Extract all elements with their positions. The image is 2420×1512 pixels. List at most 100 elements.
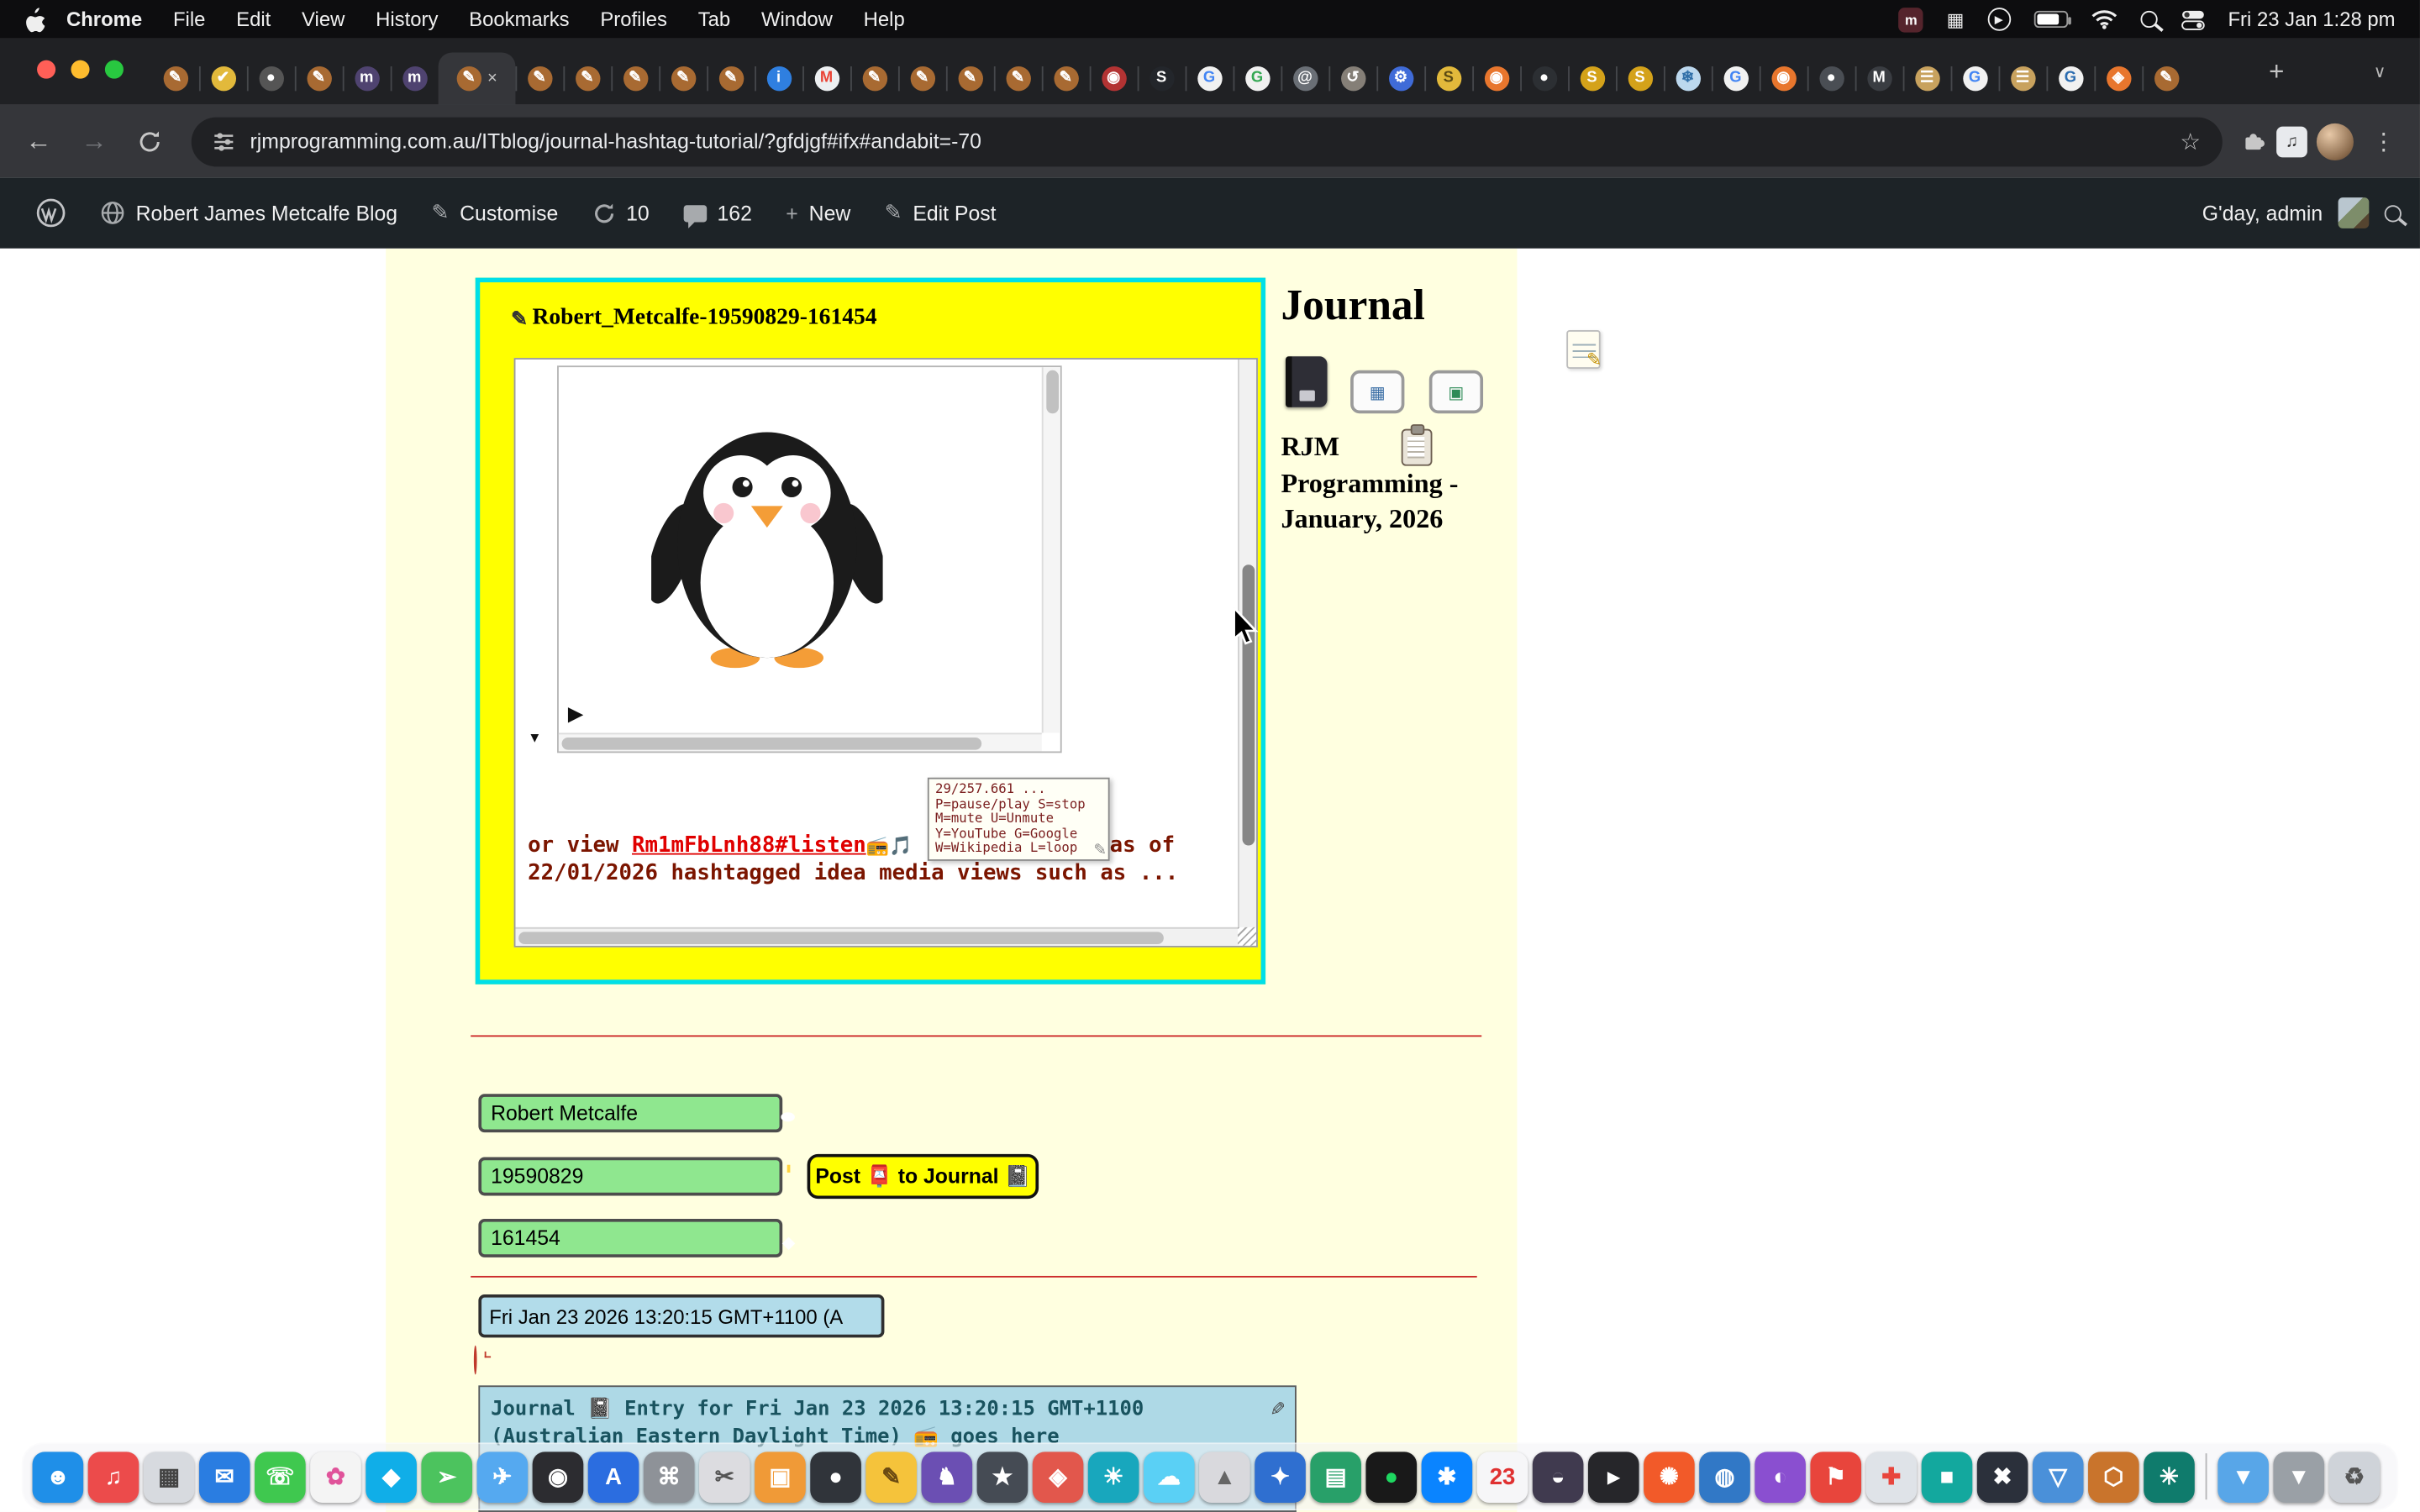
close-window-button[interactable]: [37, 60, 55, 79]
browser-tab[interactable]: ●: [1807, 52, 1855, 104]
browser-tab[interactable]: ❄: [1664, 52, 1712, 104]
dock-app-icon[interactable]: ♫: [88, 1451, 139, 1502]
birthtime-input[interactable]: [478, 1219, 782, 1257]
menu-view[interactable]: View: [287, 8, 360, 31]
forward-button[interactable]: →: [71, 118, 117, 165]
browser-tab[interactable]: ✔: [199, 52, 247, 104]
tab-close-icon[interactable]: ×: [487, 70, 497, 88]
browser-tab[interactable]: G: [1234, 52, 1281, 104]
menu-chrome[interactable]: Chrome: [51, 8, 158, 31]
browser-tab[interactable]: ◉: [1760, 52, 1807, 104]
spotlight-icon[interactable]: [2140, 11, 2157, 28]
dock-app-icon[interactable]: ●: [1365, 1451, 1417, 1502]
dock-app-icon[interactable]: ▲: [1199, 1451, 1250, 1502]
browser-tab[interactable]: ✎: [850, 52, 898, 104]
menu-bookmarks[interactable]: Bookmarks: [454, 8, 585, 31]
edit-post-menu-item[interactable]: ✎ Edit Post: [867, 177, 1013, 248]
browser-tab[interactable]: M: [1855, 52, 1903, 104]
dock-app-icon[interactable]: ⌘: [644, 1451, 695, 1502]
dock-app-icon[interactable]: ▤: [1310, 1451, 1361, 1502]
browser-tab[interactable]: S: [1424, 52, 1472, 104]
journal-button-1[interactable]: ▦: [1350, 370, 1404, 413]
dock-app-icon[interactable]: ◉: [533, 1451, 584, 1502]
menu-file[interactable]: File: [158, 8, 221, 31]
dock-app-icon[interactable]: ☏: [255, 1451, 306, 1502]
player-horizontal-scrollbar[interactable]: [559, 732, 1042, 751]
browser-tab[interactable]: ✎×: [439, 52, 516, 104]
dock-app-icon[interactable]: ★: [977, 1451, 1028, 1502]
journal-notebook-icon[interactable]: [1286, 356, 1328, 407]
dock-app-icon[interactable]: ▼: [2217, 1451, 2269, 1502]
menu-edit[interactable]: Edit: [221, 8, 287, 31]
browser-tab[interactable]: @: [1281, 52, 1328, 104]
browser-tab[interactable]: ✎: [898, 52, 946, 104]
browser-tab[interactable]: ✎: [946, 52, 994, 104]
profile-avatar[interactable]: [2317, 123, 2354, 160]
omnibox[interactable]: rjmprogramming.com.au/ITblog/journal-has…: [192, 117, 2223, 166]
dock-app-icon[interactable]: ✿: [310, 1451, 361, 1502]
browser-tab[interactable]: G: [1186, 52, 1234, 104]
browser-tab[interactable]: ◈: [2094, 52, 2142, 104]
browser-tab[interactable]: S: [1568, 52, 1616, 104]
dock-app-icon[interactable]: A: [588, 1451, 639, 1502]
dock-app-icon[interactable]: ◒: [1533, 1451, 1584, 1502]
menu-clock[interactable]: Fri 23 Jan 1:28 pm: [2228, 8, 2395, 31]
url-text[interactable]: rjmprogramming.com.au/ITblog/journal-has…: [250, 129, 2165, 153]
updates-menu-item[interactable]: 10: [575, 177, 666, 248]
menu-profiles[interactable]: Profiles: [585, 8, 682, 31]
iframe-horizontal-scrollbar[interactable]: [515, 927, 1238, 946]
browser-tab[interactable]: ✎: [515, 52, 563, 104]
dock-app-icon[interactable]: ⬡: [2088, 1451, 2139, 1502]
greeting-text[interactable]: G'day, admin: [2202, 202, 2323, 225]
browser-tab[interactable]: i: [755, 52, 802, 104]
birthdate-input[interactable]: [478, 1158, 782, 1196]
dock-app-icon[interactable]: ■: [1922, 1451, 1973, 1502]
browser-tab[interactable]: ✎: [707, 52, 755, 104]
dock-app-icon[interactable]: ◆: [366, 1451, 417, 1502]
browser-tab[interactable]: M: [802, 52, 850, 104]
zoom-window-button[interactable]: [105, 60, 124, 79]
browser-tab[interactable]: ●: [1520, 52, 1568, 104]
browser-tab[interactable]: S: [1616, 52, 1664, 104]
pinned-extension-icon[interactable]: ♫: [2276, 126, 2307, 157]
playback-icon[interactable]: ▶: [1987, 8, 2011, 31]
dock-app-icon[interactable]: ✚: [1866, 1451, 1918, 1502]
browser-tab[interactable]: m: [391, 52, 439, 104]
dock-app-icon[interactable]: ▸: [1588, 1451, 1639, 1502]
dock-app-icon[interactable]: ●: [810, 1451, 861, 1502]
dropdown-arrow-icon[interactable]: ▼: [528, 730, 541, 745]
status-app-icon[interactable]: m: [1899, 7, 1923, 31]
dock-app-icon[interactable]: ✖: [1977, 1451, 2028, 1502]
browser-tab[interactable]: ●: [247, 52, 295, 104]
datetime-input[interactable]: [478, 1294, 884, 1337]
dock-app-icon[interactable]: ✎: [865, 1451, 917, 1502]
battery-icon[interactable]: [2033, 11, 2067, 28]
back-button[interactable]: ←: [15, 118, 61, 165]
name-input[interactable]: [478, 1094, 782, 1132]
comments-menu-item[interactable]: 162: [666, 177, 769, 248]
keyboard-icon[interactable]: ▦: [1947, 8, 1965, 30]
browser-tab[interactable]: ☰: [1903, 52, 1951, 104]
memo-icon[interactable]: ✎: [1566, 330, 1600, 369]
dock-app-icon[interactable]: ▦: [144, 1451, 195, 1502]
browser-tab[interactable]: ✎: [994, 52, 1042, 104]
media-player[interactable]: ▶: [557, 365, 1062, 753]
play-button[interactable]: ▶: [568, 702, 583, 727]
menu-window[interactable]: Window: [746, 8, 849, 31]
dock-app-icon[interactable]: ✺: [1644, 1451, 1695, 1502]
scrollbar-thumb[interactable]: [1046, 370, 1059, 413]
dock-app-icon[interactable]: ▣: [755, 1451, 806, 1502]
browser-tab[interactable]: ☰: [1999, 52, 2047, 104]
journal-button-2[interactable]: ▣: [1429, 370, 1483, 413]
browser-tab[interactable]: ⚙: [1376, 52, 1424, 104]
browser-tab[interactable]: ✎: [151, 52, 199, 104]
browser-tab[interactable]: ◉: [1472, 52, 1520, 104]
dock-app-icon[interactable]: ✱: [1422, 1451, 1473, 1502]
new-tab-button[interactable]: +: [2269, 59, 2284, 85]
clipboard-icon[interactable]: [1402, 429, 1433, 466]
dock-app-icon[interactable]: ◐: [1754, 1451, 1806, 1502]
menu-help[interactable]: Help: [848, 8, 920, 31]
dock-app-icon[interactable]: ♞: [922, 1451, 973, 1502]
browser-tab[interactable]: G: [1712, 52, 1760, 104]
dock-app-icon[interactable]: ◈: [1033, 1451, 1084, 1502]
